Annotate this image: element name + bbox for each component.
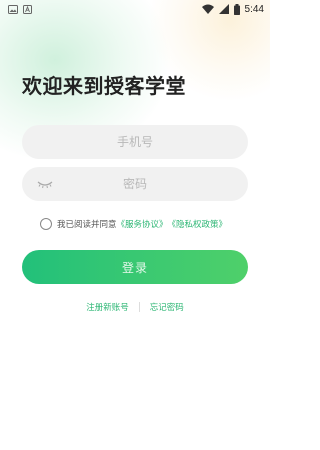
eye-closed-icon[interactable] (36, 177, 54, 191)
phone-field[interactable] (22, 125, 248, 159)
agreement-checkbox[interactable] (40, 218, 52, 230)
privacy-policy-link[interactable]: 《隐私权政策》 (168, 218, 228, 230)
service-agreement-link[interactable]: 《服务协议》 (117, 218, 168, 230)
battery-icon (233, 3, 240, 15)
divider (138, 302, 140, 312)
forgot-password-link[interactable]: 忘记密码 (150, 301, 184, 313)
wifi-icon (201, 4, 214, 14)
register-link[interactable]: 注册新账号 (86, 301, 129, 313)
password-field[interactable] (22, 167, 248, 201)
font-icon (23, 4, 32, 14)
gallery-icon (8, 4, 18, 14)
password-input[interactable] (22, 167, 248, 201)
page-title: 欢迎来到授客学堂 (22, 74, 186, 98)
bottom-links: 注册新账号 忘记密码 (0, 301, 270, 313)
status-bar: 5:44 (0, 0, 270, 18)
agreement-text: 我已阅读并同意 (57, 220, 117, 230)
signal-icon (218, 4, 229, 14)
login-screen: 5:44 欢迎来到授客学堂 我已阅读并同意 《服务协议》 《隐私权政策》 登录 … (0, 0, 270, 450)
agreement-row: 我已阅读并同意 《服务协议》 《隐私权政策》 (40, 218, 227, 230)
status-time: 5:44 (244, 3, 264, 15)
phone-input[interactable] (22, 125, 248, 159)
login-button[interactable]: 登录 (22, 250, 248, 284)
